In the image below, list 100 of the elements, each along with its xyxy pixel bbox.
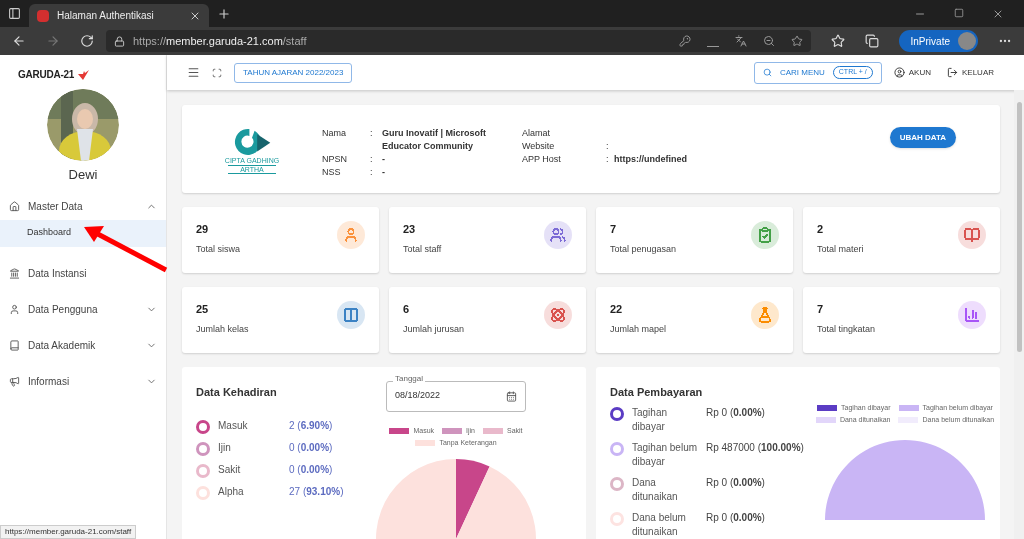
- field-separator: :: [370, 166, 374, 179]
- legend-value: Rp 487000 (100.00%): [706, 441, 804, 455]
- logout-button[interactable]: KELUAR: [947, 66, 994, 79]
- status-url-tooltip: https://member.garuda-21.com/staff: [0, 525, 137, 539]
- stat-label: Jumlah mapel: [610, 323, 667, 336]
- legend-label: Ijin: [218, 441, 232, 455]
- inprivate-button[interactable]: InPrivate: [898, 30, 978, 52]
- legend-label: Masuk: [218, 419, 249, 433]
- nav-item[interactable]: Data Pengguna: [0, 291, 166, 328]
- stat-value: 22: [610, 301, 624, 317]
- stat-value: 25: [196, 301, 210, 317]
- nav-icon: [9, 376, 20, 387]
- collections-icon[interactable]: [864, 34, 879, 48]
- legend-label: Sakit: [218, 463, 242, 477]
- account-icon: [893, 67, 905, 78]
- user-name: Dewi: [68, 166, 98, 184]
- nav-item[interactable]: Data Instansi: [0, 255, 166, 292]
- stat-value: 23: [403, 221, 417, 237]
- card-title: Data Kehadiran: [196, 384, 278, 400]
- field-label: NSS: [322, 166, 342, 179]
- field-label: Nama: [322, 127, 347, 140]
- account-button[interactable]: AKUN: [893, 66, 931, 79]
- avatar-icon: [958, 32, 976, 50]
- company-logo-icon: [232, 127, 272, 157]
- brand-name: GARUDA-21: [18, 68, 75, 82]
- legend-value: 0 (0.00%): [289, 441, 333, 455]
- forward-icon[interactable]: [46, 34, 60, 48]
- stat-label: Total staff: [403, 243, 442, 256]
- legend-swatch: [389, 427, 410, 434]
- nav-icon: [9, 268, 20, 279]
- field-label: Website: [522, 140, 556, 153]
- nav-subitem[interactable]: Dashboard: [0, 219, 166, 247]
- new-tab-icon[interactable]: [217, 7, 231, 21]
- legend-label: Tagihan belum dibayar: [632, 441, 698, 469]
- stat-value: 7: [610, 221, 618, 237]
- translate-icon[interactable]: [734, 35, 747, 47]
- nav-item[interactable]: Master Data: [0, 192, 166, 220]
- address-bar[interactable]: https://member.garuda-21.com/staff: [106, 30, 811, 52]
- legend-label: Dana belum ditunaikan: [632, 511, 687, 539]
- star-icon[interactable]: [790, 35, 803, 47]
- zoom-out-icon[interactable]: [762, 35, 775, 47]
- scrollbar[interactable]: [1014, 90, 1024, 539]
- card-title: Data Pembayaran: [610, 384, 704, 400]
- field-floating-label: Tanggal: [393, 374, 426, 383]
- field-label: NPSN: [322, 153, 348, 166]
- key-icon[interactable]: [678, 35, 691, 47]
- field-value: -: [382, 153, 386, 166]
- edit-data-button[interactable]: UBAH DATA: [889, 127, 956, 148]
- stat-value: 6: [403, 301, 411, 317]
- menu-icon[interactable]: [187, 66, 200, 79]
- legend-label: Dana ditunaikan: [632, 476, 679, 504]
- nav-item[interactable]: Data Akademik: [0, 327, 166, 364]
- tab-actions-icon[interactable]: [8, 7, 21, 20]
- field-value: -: [382, 166, 386, 179]
- legend-swatch: [483, 427, 503, 434]
- stat-label: Jumlah kelas: [196, 323, 249, 336]
- fullscreen-icon[interactable]: [212, 67, 222, 78]
- reload-icon[interactable]: [80, 34, 94, 48]
- legend-label: Alpha: [218, 485, 245, 499]
- legend-value: 27 (93.10%): [289, 485, 344, 499]
- favorites-icon[interactable]: [830, 34, 845, 48]
- nav-icon: [9, 304, 20, 315]
- field-separator: :: [370, 153, 374, 166]
- legend-label: Tagihan dibayar: [632, 406, 669, 434]
- field-separator: :: [370, 127, 374, 140]
- nav-icon: [9, 340, 20, 351]
- back-icon[interactable]: [12, 34, 26, 48]
- lock-icon: [114, 35, 125, 47]
- search-icon: [762, 68, 772, 77]
- stat-label: Total materi: [817, 243, 864, 256]
- favicon-icon: [37, 9, 49, 22]
- nav-item[interactable]: Informasi: [0, 363, 166, 400]
- stat-value: 7: [817, 301, 825, 317]
- legend-value: Rp 0 (0.00%): [706, 406, 765, 420]
- nav-icon: [9, 200, 20, 212]
- maximize-icon[interactable]: [954, 8, 964, 18]
- field-separator: :: [606, 153, 610, 166]
- legend-value: Rp 0 (0.00%): [706, 511, 765, 525]
- stat-label: Total penugasan: [610, 243, 677, 256]
- legend-value: 0 (0.00%): [289, 463, 333, 477]
- stat-label: Total siswa: [196, 243, 240, 256]
- legend-value: Rp 0 (0.00%): [706, 476, 765, 490]
- legend-swatch: [415, 440, 436, 447]
- year-button[interactable]: TAHUN AJARAN 2022/2023: [234, 62, 353, 83]
- field-separator: :: [606, 140, 610, 153]
- calendar-icon[interactable]: [506, 390, 517, 402]
- legend-swatch: [815, 417, 836, 424]
- legend-swatch: [442, 427, 463, 434]
- stat-value: 29: [196, 221, 210, 237]
- close-window-icon[interactable]: [992, 8, 1004, 20]
- legend-value: 2 (6.90%): [289, 419, 333, 433]
- browser-tab[interactable]: Halaman Authentikasi: [29, 4, 209, 27]
- stat-label: Jumlah jurusan: [403, 323, 465, 336]
- legend-swatch: [817, 404, 838, 411]
- field-value: Guru Inovatif | Microsoft Educator Community: [382, 127, 488, 153]
- field-value: https://undefined: [614, 153, 688, 166]
- legend-swatch: [898, 404, 919, 411]
- stat-value: 2: [817, 221, 825, 237]
- field-label: Alamat: [522, 127, 551, 140]
- tab-title: Halaman Authentikasi: [57, 9, 155, 23]
